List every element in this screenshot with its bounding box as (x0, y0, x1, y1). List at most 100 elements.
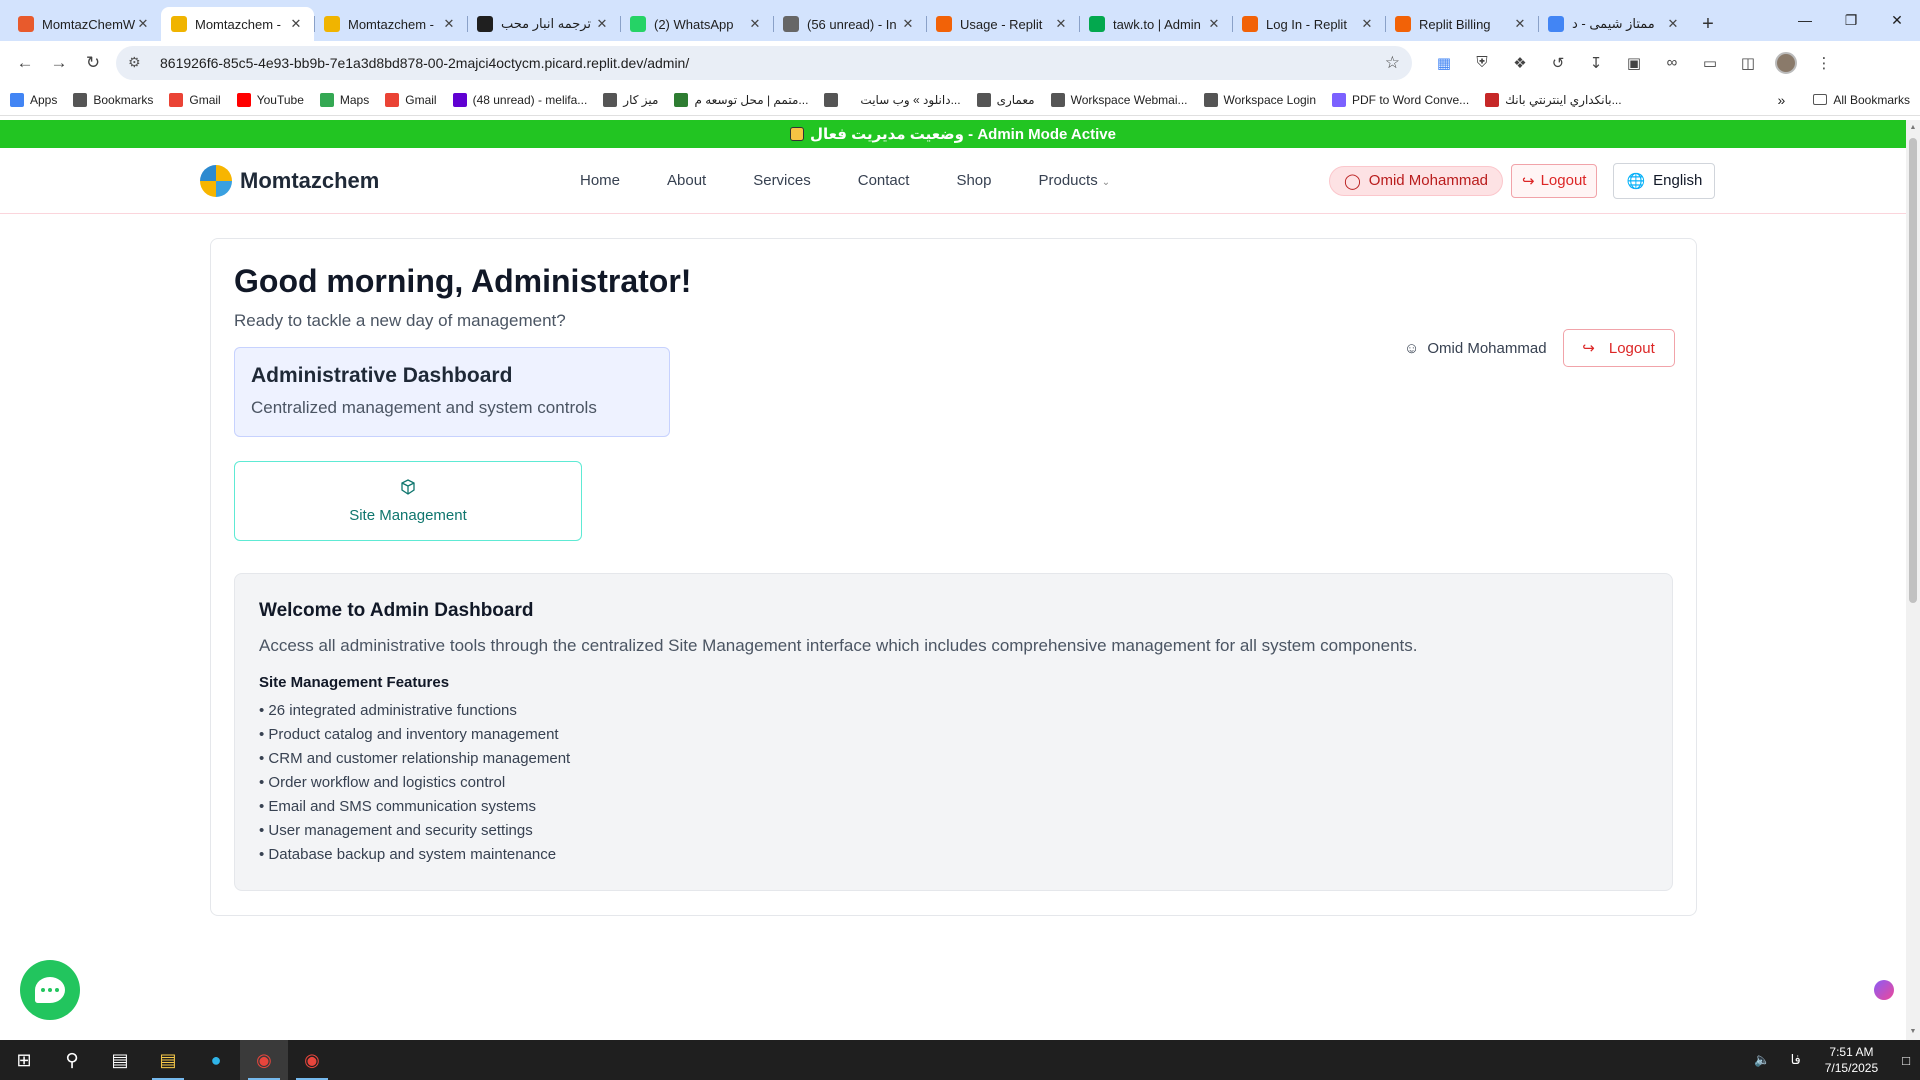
browser-menu-icon[interactable]: ⋮ (1806, 46, 1842, 80)
nav-about[interactable]: About (667, 172, 706, 189)
bookmark-item[interactable]: Gmail (169, 92, 221, 107)
bookmark-item[interactable]: دانلود » وب سایت... (860, 93, 960, 107)
file-explorer-icon[interactable]: ▤ (144, 1040, 192, 1080)
browser-tab[interactable]: Usage - Replit ✕ (926, 7, 1079, 41)
site-info-icon[interactable]: ⚙ (128, 54, 150, 71)
nav-shop[interactable]: Shop (956, 172, 991, 189)
windows-start-icon[interactable]: ⊞ (0, 1040, 48, 1080)
more-bookmarks-chevron-icon[interactable]: » (1778, 92, 1786, 108)
browser-tab[interactable]: Log In - Replit ✕ (1232, 7, 1385, 41)
bookmark-item[interactable]: Workspace Login (1203, 92, 1316, 107)
tab-close-icon[interactable]: ✕ (1359, 16, 1375, 32)
windows-taskbar: ⊞ ⚲ ▤ ▤ ● ◉ ◉ 🔈 فا 7:51 AM 7/15/2025 □ (0, 1040, 1920, 1080)
live-chat-button[interactable] (20, 960, 80, 1020)
bookmark-item[interactable]: بانكداري اينترنتي بانك... (1485, 92, 1622, 107)
shield-extension-icon[interactable]: ⛨ (1464, 46, 1500, 80)
bookmark-item[interactable]: Workspace Webmai... (1050, 92, 1188, 107)
bookmark-item[interactable]: (48 unread) - melifa... (452, 92, 587, 107)
screenshot-icon[interactable]: ▣ (1616, 46, 1652, 80)
restore-icon[interactable]: ❐ (1828, 0, 1874, 40)
bookmark-item[interactable]: Maps (319, 92, 369, 107)
scrollbar-thumb[interactable] (1909, 138, 1917, 603)
browser-tab[interactable]: (2) WhatsApp ✕ (620, 7, 773, 41)
bookmark-item[interactable]: میز کار (603, 92, 658, 107)
tab-close-icon[interactable]: ✕ (747, 16, 763, 32)
chrome-icon[interactable]: ◉ (240, 1040, 288, 1080)
bookmark-item[interactable]: متمم | محل توسعه م... (674, 92, 808, 107)
tab-close-icon[interactable]: ✕ (135, 16, 151, 32)
url-text[interactable]: 861926f6-85c5-4e93-bb9b-7e1a3d8bd878-00-… (160, 55, 1385, 71)
floating-extension-icon[interactable] (1874, 980, 1894, 1000)
side-panel-icon[interactable]: ◫ (1730, 46, 1766, 80)
header-logout-button[interactable]: ↪ Logout (1511, 163, 1598, 198)
bookmark-item[interactable] (824, 92, 844, 107)
globe-icon (603, 92, 618, 107)
minimize-icon[interactable]: — (1782, 0, 1828, 40)
bookmark-item[interactable]: Apps (10, 92, 57, 107)
list-item: • User management and security settings (259, 822, 533, 839)
notifications-icon[interactable]: □ (1902, 1053, 1910, 1068)
user-badge[interactable]: ◯ Omid Mohammad (1329, 165, 1503, 196)
bookmark-item[interactable]: Gmail (385, 92, 437, 107)
site-management-button[interactable]: Site Management (234, 461, 582, 541)
user-badge-name: Omid Mohammad (1368, 172, 1488, 189)
browser-tab[interactable]: tawk.to | Admin ✕ (1079, 7, 1232, 41)
clock[interactable]: 7:51 AM 7/15/2025 (1825, 1044, 1878, 1076)
download-icon[interactable]: ↧ (1578, 46, 1614, 80)
edge-browser-icon[interactable]: ● (192, 1040, 240, 1080)
brand-logo-link[interactable]: Momtazchem (200, 164, 380, 197)
browser-tab[interactable]: Replit Billing ✕ (1385, 7, 1538, 41)
browser-tab[interactable]: MomtazChemW ✕ (8, 7, 161, 41)
nav-home[interactable]: Home (580, 172, 620, 189)
tab-close-icon[interactable]: ✕ (288, 16, 304, 32)
gmail-icon (385, 92, 400, 107)
browser-tab[interactable]: (56 unread) - In ✕ (773, 7, 926, 41)
tab-close-icon[interactable]: ✕ (1512, 16, 1528, 32)
history-icon[interactable]: ↺ (1540, 46, 1576, 80)
tab-close-icon[interactable]: ✕ (1206, 16, 1222, 32)
scroll-down-arrow-icon[interactable]: ▼ (1909, 1028, 1917, 1036)
bookmark-star-icon[interactable]: ☆ (1385, 53, 1400, 73)
logout-icon: ↪ (1522, 172, 1535, 190)
scroll-up-arrow-icon[interactable]: ▲ (1909, 124, 1917, 132)
task-view-icon[interactable]: ▤ (96, 1040, 144, 1080)
new-tab-button[interactable]: + (1691, 7, 1725, 41)
address-bar[interactable]: ⚙ 861926f6-85c5-4e93-bb9b-7e1a3d8bd878-0… (116, 45, 1412, 80)
profile-avatar[interactable] (1768, 46, 1804, 80)
language-switcher[interactable]: 🌐 English (1613, 162, 1716, 199)
close-window-icon[interactable]: ✕ (1874, 0, 1920, 40)
bookmark-item[interactable]: معماری (976, 92, 1035, 107)
translate-icon[interactable]: ▦ (1426, 46, 1462, 80)
tab-close-icon[interactable]: ✕ (441, 16, 457, 32)
bookmark-item[interactable]: YouTube (236, 92, 304, 107)
bookmark-item[interactable]: Bookmarks (73, 92, 153, 107)
list-item: • Order workflow and logistics control (259, 774, 506, 791)
forward-arrow-icon[interactable]: → (42, 46, 76, 80)
browser-tab[interactable]: Momtazchem - ✕ (314, 7, 467, 41)
speaker-muted-icon[interactable]: 🔈 (1754, 1052, 1770, 1068)
link-icon[interactable]: ∞ (1654, 46, 1690, 80)
puzzle-extensions-icon[interactable]: ❖ (1502, 46, 1538, 80)
tab-close-icon[interactable]: ✕ (1053, 16, 1069, 32)
dashboard-logout-button[interactable]: ↪ Logout (1562, 329, 1675, 367)
bookmark-item[interactable]: PDF to Word Conve... (1332, 92, 1469, 107)
cast-icon[interactable]: ▭ (1692, 46, 1728, 80)
all-bookmarks-folder[interactable]: All Bookmarks (1813, 93, 1910, 107)
nav-services[interactable]: Services (753, 172, 811, 189)
tab-close-icon[interactable]: ✕ (594, 16, 610, 32)
search-icon[interactable]: ⚲ (48, 1040, 96, 1080)
back-arrow-icon[interactable]: ← (8, 46, 42, 80)
reload-icon[interactable]: ↻ (76, 46, 110, 80)
browser-tab[interactable]: Momtazchem - ✕ (161, 7, 314, 41)
browser-tab[interactable]: ممتاز شیمی - د ✕ (1538, 7, 1691, 41)
admin-dashboard-panel: Administrative Dashboard Centralized man… (234, 347, 670, 437)
tab-close-icon[interactable]: ✕ (1665, 16, 1681, 32)
nav-products-dropdown[interactable]: Products ⌄ (1039, 172, 1111, 189)
browser-tab[interactable]: ترجمه انبار محب ✕ (467, 7, 620, 41)
chrome-second-window-icon[interactable]: ◉ (288, 1040, 336, 1080)
brand-name: Momtazchem (240, 167, 380, 193)
tab-close-icon[interactable]: ✕ (900, 16, 916, 32)
input-language-indicator[interactable]: فا (1791, 1052, 1801, 1068)
page-scrollbar[interactable]: ▲ ▼ (1906, 120, 1920, 1040)
nav-contact[interactable]: Contact (858, 172, 910, 189)
